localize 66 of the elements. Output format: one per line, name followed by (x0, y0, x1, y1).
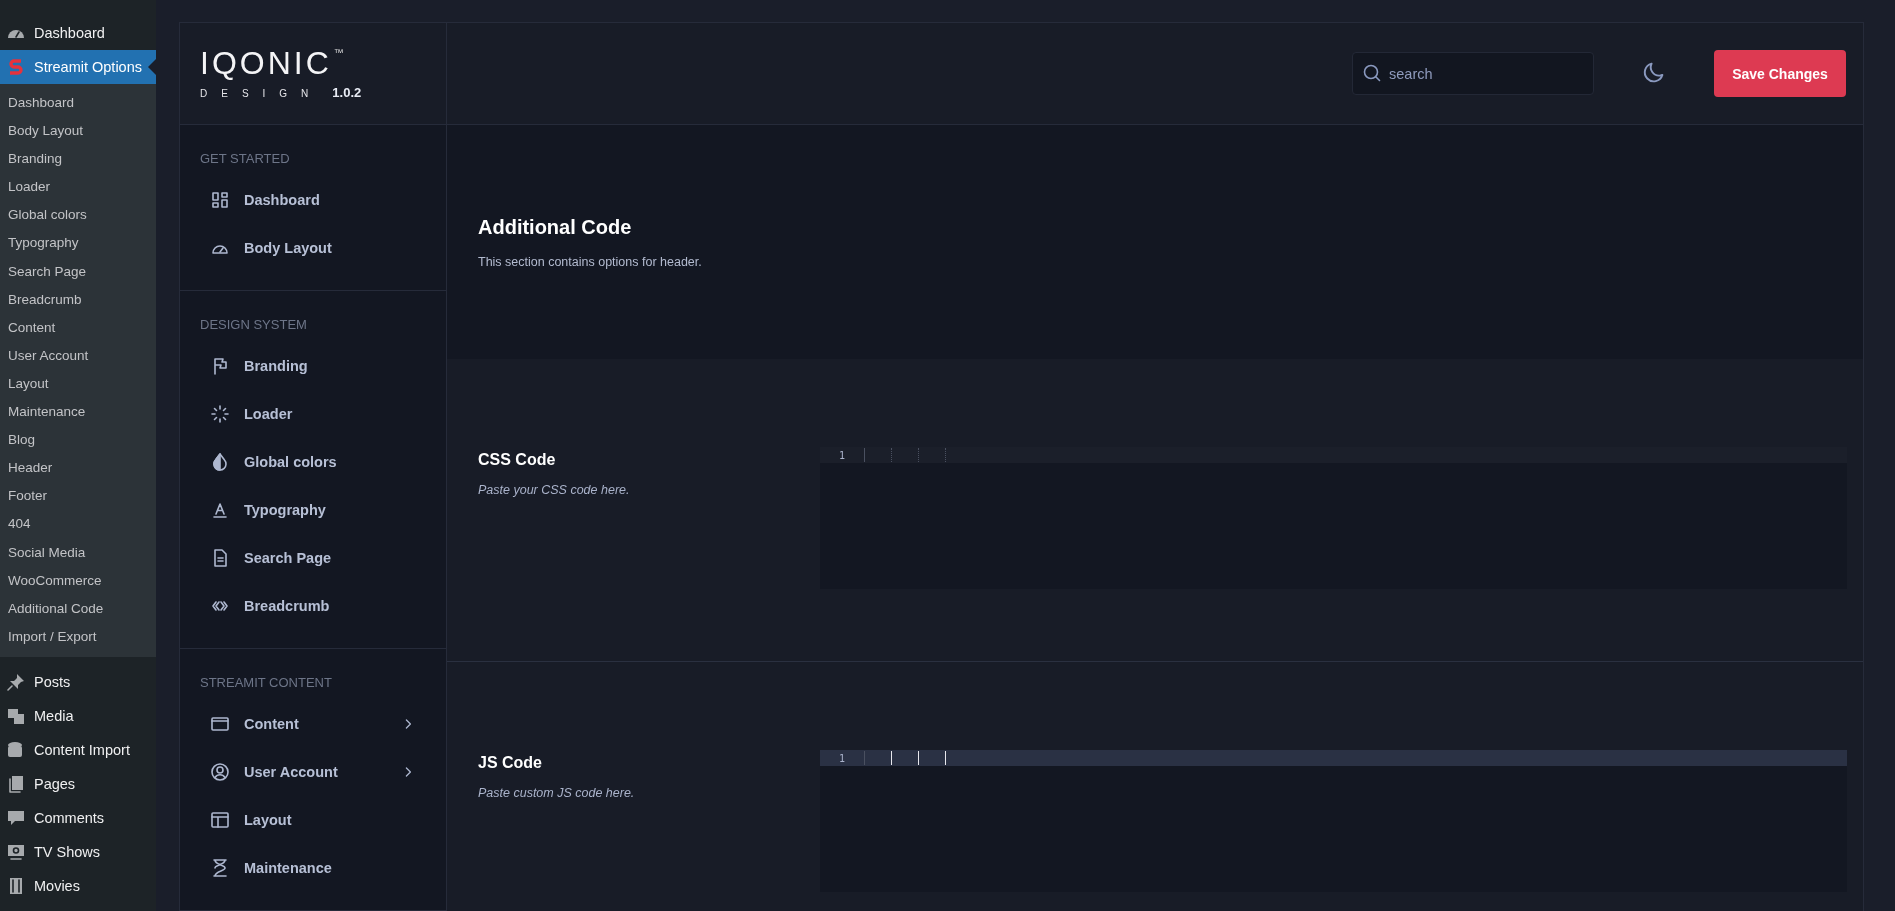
line-number: 1 (838, 752, 846, 764)
nav-item[interactable]: Maintenance (180, 844, 446, 892)
submenu-item[interactable]: 404 (0, 510, 156, 539)
nav-item[interactable]: Typography (180, 486, 446, 534)
nav-item[interactable]: Branding (180, 342, 446, 390)
nav-item[interactable]: Search Page (180, 534, 446, 582)
submenu-item[interactable]: Global colors (0, 201, 156, 230)
field-hint: Paste custom JS code here. (478, 786, 636, 800)
user-icon (210, 762, 230, 782)
admin-menu-item[interactable]: Content Import (0, 732, 156, 767)
section-title: Additional Code (478, 215, 633, 239)
submenu-item[interactable]: Layout (0, 369, 156, 399)
field-hint: Paste your CSS code here. (478, 483, 631, 497)
admin-menu-item[interactable]: TV Shows (0, 834, 156, 869)
submenu-item[interactable]: Additional Code (0, 594, 156, 623)
admin-menu-item[interactable]: Dashboard (0, 16, 156, 50)
window-icon (210, 714, 230, 734)
admin-menu-item[interactable]: Media (0, 698, 156, 733)
admin-menu-item[interactable]: Pages (0, 766, 156, 801)
nav-item[interactable]: Global colors (180, 438, 446, 486)
submenu-item[interactable]: Maintenance (0, 398, 156, 427)
submenu-item[interactable]: Import / Export (0, 622, 156, 651)
nav-item[interactable]: Content (180, 700, 446, 748)
submenu-item[interactable]: Dashboard (0, 89, 156, 118)
nav-item[interactable]: Breadcrumb (180, 582, 446, 630)
field-label: JS Code (478, 754, 543, 772)
submenu-item[interactable]: Search Page (0, 257, 156, 286)
field-label: CSS Code (478, 451, 557, 469)
submenu-item[interactable]: Content (0, 313, 156, 342)
spinner-icon (210, 404, 230, 424)
nav-item[interactable]: Layout (180, 796, 446, 844)
layout-icon (210, 810, 230, 830)
search-field[interactable]: search (1352, 52, 1594, 95)
submenu-item[interactable]: Loader (0, 173, 156, 202)
nav-item[interactable]: Dashboard (180, 176, 446, 224)
submenu-item[interactable]: Body Layout (0, 117, 156, 146)
s-logo-icon (6, 57, 26, 77)
typography-icon (210, 500, 230, 520)
submenu-item[interactable]: WooCommerce (0, 566, 156, 595)
submenu-item[interactable]: Breadcrumb (0, 285, 156, 314)
nav-group-heading: DESIGN SYSTEM (199, 317, 308, 332)
submenu-item[interactable]: Social Media (0, 538, 156, 567)
submenu-item[interactable]: Branding (0, 145, 156, 174)
submenu-item[interactable]: Header (0, 454, 156, 483)
drop-icon (210, 452, 230, 472)
nav-item[interactable]: Body Layout (180, 224, 446, 272)
admin-menu-item[interactable]: Comments (0, 800, 156, 835)
nav-group-heading: STREAMIT CONTENT (199, 675, 333, 690)
submenu-item[interactable]: Footer (0, 482, 156, 511)
pin-icon (6, 671, 26, 692)
admin-menu-item[interactable]: Movies (0, 868, 156, 903)
submenu-item[interactable]: Blog (0, 426, 156, 455)
version-label: 1.0.2 (332, 85, 362, 100)
grid-icon (210, 190, 230, 210)
section-description: This section contains options for header. (478, 254, 703, 269)
nav-item[interactable]: Loader (180, 390, 446, 438)
hourglass-icon (210, 858, 230, 878)
admin-menu-item[interactable]: Streamit Options (0, 50, 156, 84)
submenu-item[interactable]: User Account (0, 341, 156, 370)
line-number: 1 (838, 449, 846, 461)
submenu-item[interactable]: Typography (0, 229, 156, 258)
pages-icon (6, 773, 26, 794)
nav-item[interactable]: User Account (180, 748, 446, 796)
save-changes-button[interactable]: Save Changes (1714, 50, 1846, 97)
nav-group-heading: GET STARTED (199, 151, 291, 166)
admin-menu-item[interactable]: Posts (0, 664, 156, 699)
